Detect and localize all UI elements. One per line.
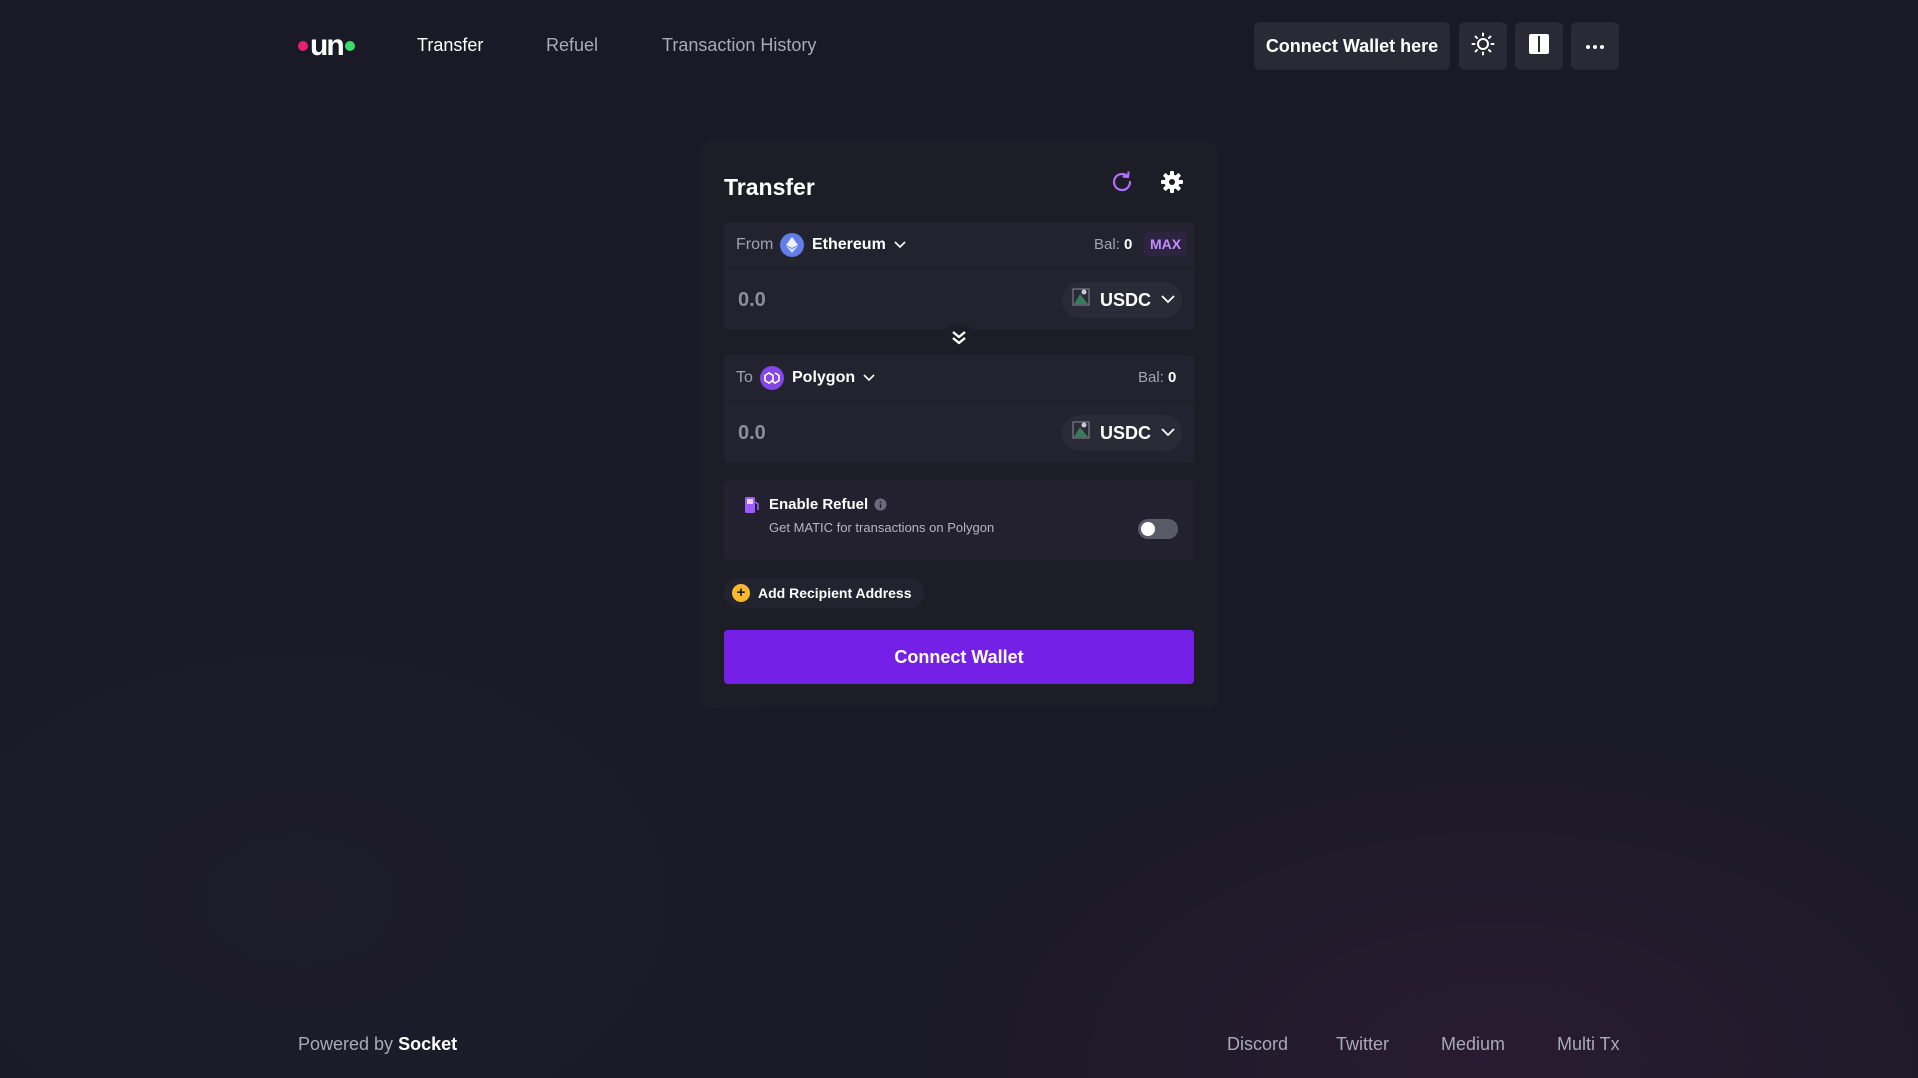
max-button[interactable]: MAX <box>1144 232 1188 256</box>
sun-icon <box>1471 32 1495 61</box>
powered-by-label: Powered by <box>298 1034 394 1054</box>
to-label: To <box>736 369 753 386</box>
double-chevron-down-icon <box>951 329 967 350</box>
footer-link-multi-tx[interactable]: Multi Tx <box>1557 1034 1620 1055</box>
nav-refuel[interactable]: Refuel <box>546 35 598 56</box>
to-balance: Bal: 0 <box>1138 369 1176 386</box>
add-recipient-label: Add Recipient Address <box>758 585 912 601</box>
polygon-icon <box>760 366 784 390</box>
more-icon <box>1585 37 1605 55</box>
powered-by: Powered by Socket <box>298 1034 457 1055</box>
from-token-select[interactable]: USDC <box>1062 282 1182 318</box>
to-balance-value: 0 <box>1168 369 1177 386</box>
theme-toggle-button[interactable] <box>1459 22 1507 70</box>
settings-button[interactable] <box>1158 170 1186 198</box>
info-icon[interactable] <box>874 498 887 516</box>
footer-link-medium[interactable]: Medium <box>1441 1034 1505 1055</box>
to-panel: To Polygon Bal: 0 0.0 USDC <box>724 355 1194 463</box>
refuel-box: Enable Refuel Get MATIC for transactions… <box>724 480 1194 560</box>
refresh-button[interactable] <box>1108 170 1136 198</box>
from-chain-select[interactable]: Ethereum <box>780 232 906 258</box>
more-options-button[interactable] <box>1571 22 1619 70</box>
plus-icon: + <box>732 584 750 602</box>
from-header-row: From Ethereum Bal: 0 MAX <box>724 222 1194 269</box>
chevron-down-icon <box>863 369 875 387</box>
toggle-knob <box>1141 522 1155 536</box>
to-chain-name: Polygon <box>792 369 856 386</box>
from-balance-value: 0 <box>1124 236 1133 253</box>
transfer-card: Transfer From Ethereum Bal: 0 MAX 0.0 US… <box>700 142 1218 707</box>
refresh-icon <box>1110 170 1134 199</box>
from-label: From <box>736 236 774 253</box>
nav-transaction-history[interactable]: Transaction History <box>662 35 816 56</box>
from-amount-input[interactable] <box>736 284 1040 316</box>
logo-green-dot <box>344 41 355 51</box>
ethereum-icon <box>780 233 804 257</box>
refuel-toggle[interactable] <box>1138 519 1178 539</box>
logo-pink-dot <box>298 41 308 51</box>
from-balance-label: Bal: <box>1094 236 1120 253</box>
footer-link-discord[interactable]: Discord <box>1227 1034 1288 1055</box>
socket-brand-link[interactable]: Socket <box>398 1034 457 1054</box>
from-panel: From Ethereum Bal: 0 MAX 0.0 USDC <box>724 222 1194 330</box>
to-token-name: USDC <box>1100 422 1152 443</box>
from-balance: Bal: 0 <box>1094 236 1132 253</box>
usdc-token-icon <box>1072 421 1090 439</box>
swap-direction-button[interactable] <box>943 323 975 355</box>
nav-transfer[interactable]: Transfer <box>417 35 483 56</box>
usdc-token-icon <box>1072 288 1090 306</box>
top-header: un Transfer Refuel Transaction History C… <box>0 0 1918 92</box>
refuel-subtitle: Get MATIC for transactions on Polygon <box>769 520 995 535</box>
refuel-title: Enable Refuel <box>769 496 869 513</box>
to-token-select[interactable]: USDC <box>1062 415 1182 451</box>
from-token-name: USDC <box>1100 289 1152 310</box>
logo[interactable]: un <box>298 29 355 62</box>
fuel-pump-icon <box>744 496 760 519</box>
chevron-down-icon <box>1161 424 1175 442</box>
transfer-title: Transfer <box>724 174 815 200</box>
connect-wallet-here-button[interactable]: Connect Wallet here <box>1254 22 1450 70</box>
footer-link-twitter[interactable]: Twitter <box>1336 1034 1389 1055</box>
logo-text: un <box>310 29 345 62</box>
add-recipient-address-button[interactable]: + Add Recipient Address <box>724 578 924 608</box>
layout-button[interactable] <box>1515 22 1563 70</box>
gear-icon <box>1160 170 1184 199</box>
to-chain-select[interactable]: Polygon <box>760 365 875 391</box>
layout-icon <box>1528 33 1550 60</box>
to-header-row: To Polygon Bal: 0 <box>724 355 1194 402</box>
to-amount-input[interactable] <box>736 417 1040 449</box>
connect-wallet-button[interactable]: Connect Wallet <box>724 630 1194 684</box>
to-balance-label: Bal: <box>1138 369 1164 386</box>
from-chain-name: Ethereum <box>812 236 886 253</box>
chevron-down-icon <box>894 236 906 254</box>
chevron-down-icon <box>1161 291 1175 309</box>
